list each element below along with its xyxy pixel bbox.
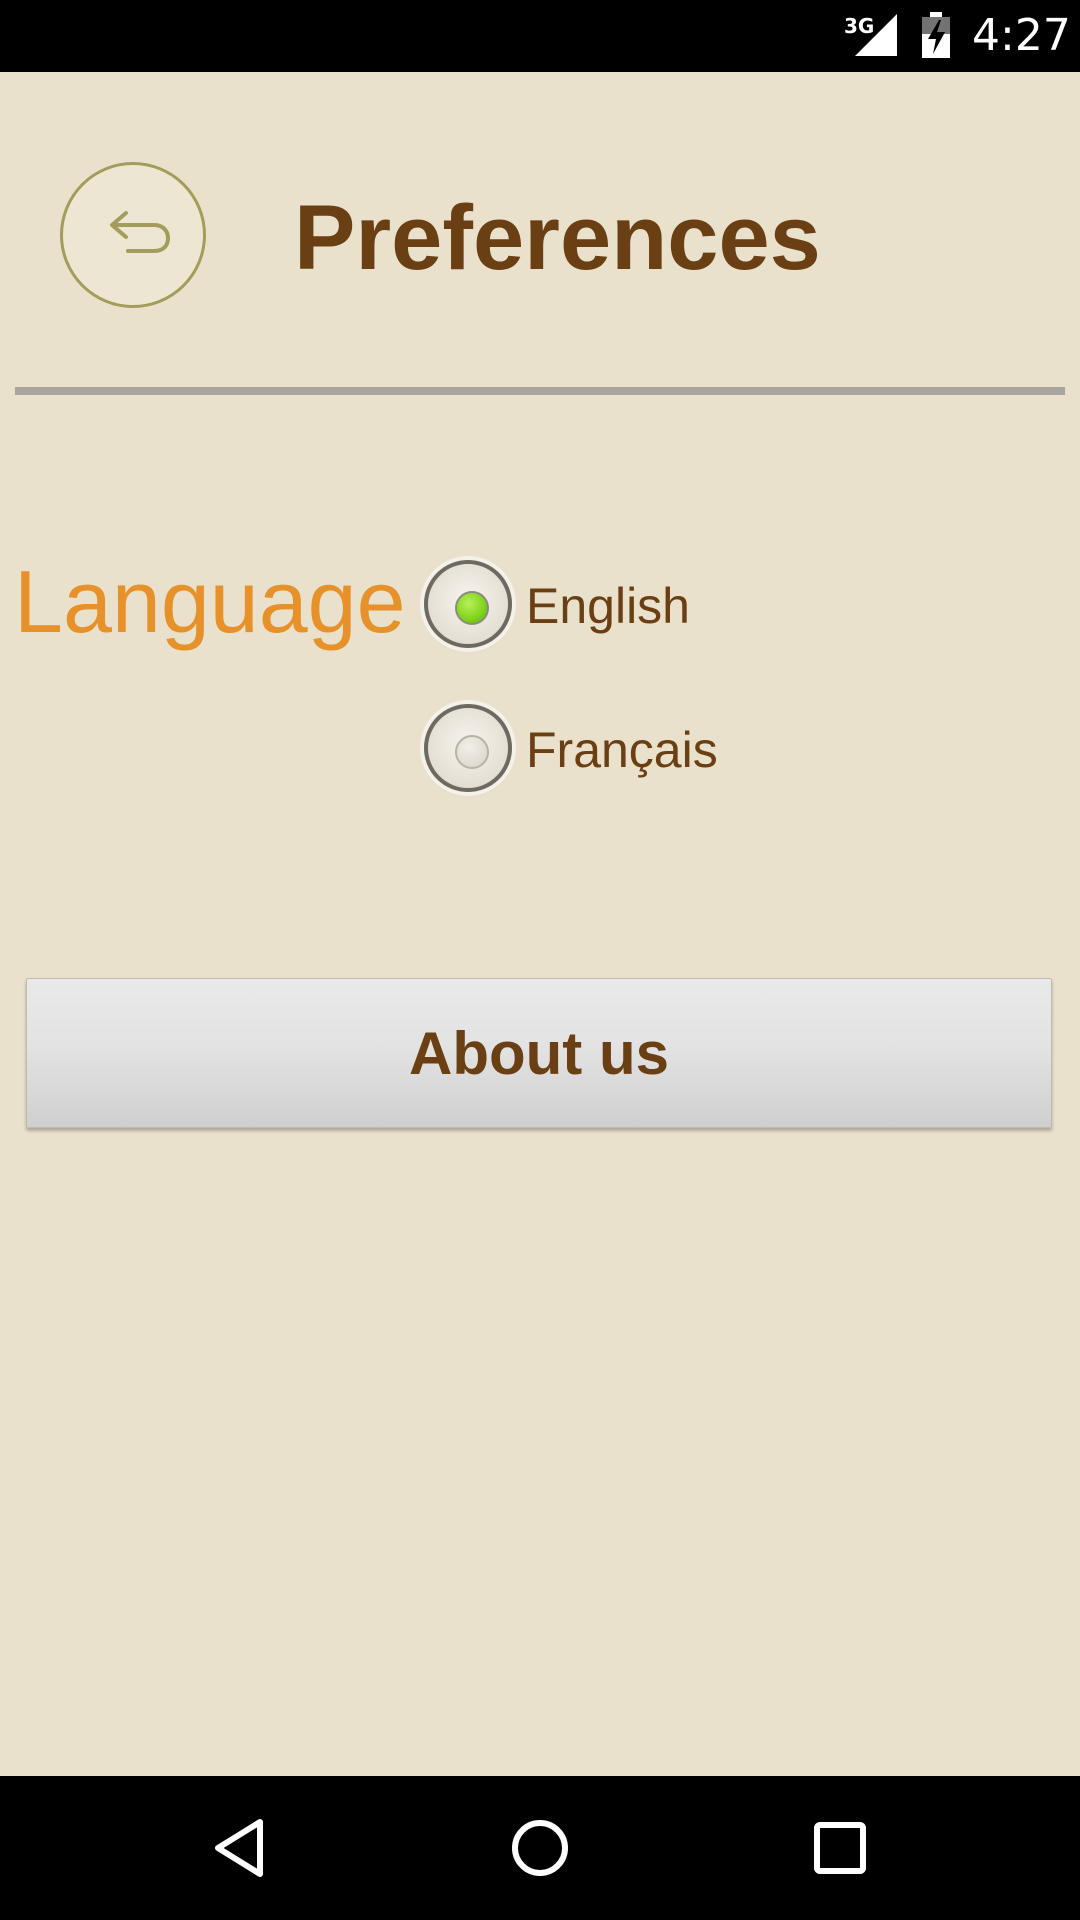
home-circle-icon — [512, 1820, 568, 1876]
recents-square-icon — [814, 1822, 866, 1874]
radio-option-francais[interactable]: Français — [424, 704, 824, 794]
radio-label-english: English — [526, 578, 690, 634]
about-us-label: About us — [409, 1020, 669, 1087]
radio-option-english[interactable]: English — [424, 560, 824, 650]
nav-back-button[interactable] — [194, 1802, 286, 1894]
signal-icon — [855, 14, 897, 56]
status-time: 4:27 — [972, 10, 1071, 61]
header-divider — [15, 387, 1065, 395]
radio-checked-dot — [455, 591, 489, 625]
about-us-button[interactable]: About us — [26, 978, 1052, 1128]
nav-home-button[interactable] — [494, 1802, 586, 1894]
navigation-bar — [0, 1776, 1080, 1920]
radio-unchecked-dot — [455, 735, 489, 769]
radio-button-english[interactable] — [424, 560, 512, 648]
status-bar: 3G 4:27 — [0, 0, 1080, 72]
page-title: Preferences — [294, 187, 821, 289]
nav-recents-button[interactable] — [794, 1802, 886, 1894]
back-button[interactable] — [60, 162, 206, 308]
language-label: Language — [14, 552, 406, 651]
radio-label-francais: Français — [526, 722, 718, 778]
back-triangle-icon — [215, 1819, 263, 1877]
radio-button-francais[interactable] — [424, 704, 512, 792]
battery-charging-icon — [922, 12, 950, 58]
back-arrow-icon — [110, 211, 171, 253]
